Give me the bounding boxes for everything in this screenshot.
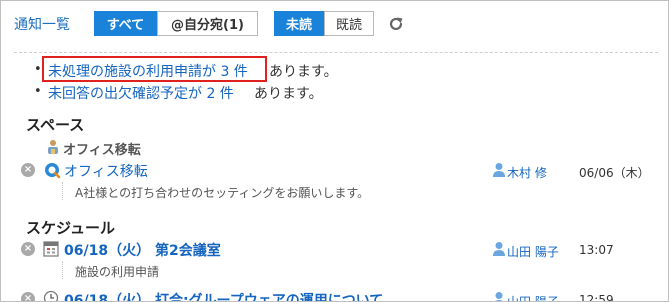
space-item-title[interactable]: オフィス移転 bbox=[64, 161, 148, 181]
space-icon bbox=[43, 161, 61, 179]
item-guide-line bbox=[62, 261, 64, 279]
schedule-item-time: 13:07 bbox=[579, 243, 614, 257]
schedule-item-user[interactable]: 山田 陽子 bbox=[507, 243, 559, 260]
space-item-user[interactable]: 木村 修 bbox=[507, 164, 547, 181]
clock-icon bbox=[43, 290, 59, 301]
schedule-item-description: 施設の利用申請 bbox=[75, 265, 160, 279]
calendar-icon bbox=[43, 240, 59, 257]
notice-suffix: あります。 bbox=[269, 64, 338, 80]
notification-list-title[interactable]: 通知一覧 bbox=[14, 14, 70, 34]
highlight-box bbox=[42, 56, 267, 82]
space-category-label: オフィス移転 bbox=[63, 143, 141, 158]
space-item-description: A社様との打ち合わせのセッティングをお願いします。 bbox=[75, 186, 370, 200]
space-item-time: 06/06（木） bbox=[579, 166, 650, 180]
schedule-item-title[interactable]: 06/18（火） 打合:グループウェアの運用について bbox=[64, 290, 383, 301]
filter-read-button[interactable]: 既読 bbox=[324, 11, 374, 36]
space-heading: スペース bbox=[26, 116, 85, 134]
schedule-heading: スケジュール bbox=[26, 219, 115, 237]
refresh-icon[interactable] bbox=[388, 16, 404, 32]
notice-suffix: あります。 bbox=[254, 86, 323, 102]
user-icon bbox=[492, 291, 506, 301]
dismiss-icon[interactable]: × bbox=[21, 163, 35, 177]
dismiss-icon[interactable]: × bbox=[21, 242, 35, 256]
user-icon bbox=[492, 162, 506, 177]
schedule-item-title[interactable]: 06/18（火） 第2会議室 bbox=[64, 240, 221, 260]
filter-unread-button[interactable]: 未読 bbox=[274, 11, 324, 36]
notice-bullet: • bbox=[34, 62, 42, 77]
toolbar-divider bbox=[14, 52, 658, 53]
unanswered-attendance-link[interactable]: 未回答の出欠確認予定が 2 件 bbox=[48, 83, 234, 103]
tab-mentions[interactable]: @自分宛(1) bbox=[157, 11, 258, 36]
notice-bullet: • bbox=[34, 84, 42, 99]
schedule-item-user[interactable]: 山田 陽子 bbox=[507, 293, 559, 301]
schedule-item-time: 12:59 bbox=[579, 293, 614, 302]
space-category-icon bbox=[45, 139, 61, 155]
user-icon bbox=[492, 241, 506, 256]
dismiss-icon[interactable]: × bbox=[21, 292, 35, 301]
tab-all[interactable]: すべて bbox=[94, 11, 157, 36]
notification-panel: 通知一覧 すべて @自分宛(1) 未読 既読 • 未処理の施設の利用申請が 3 … bbox=[0, 0, 669, 302]
item-guide-line bbox=[62, 182, 64, 200]
